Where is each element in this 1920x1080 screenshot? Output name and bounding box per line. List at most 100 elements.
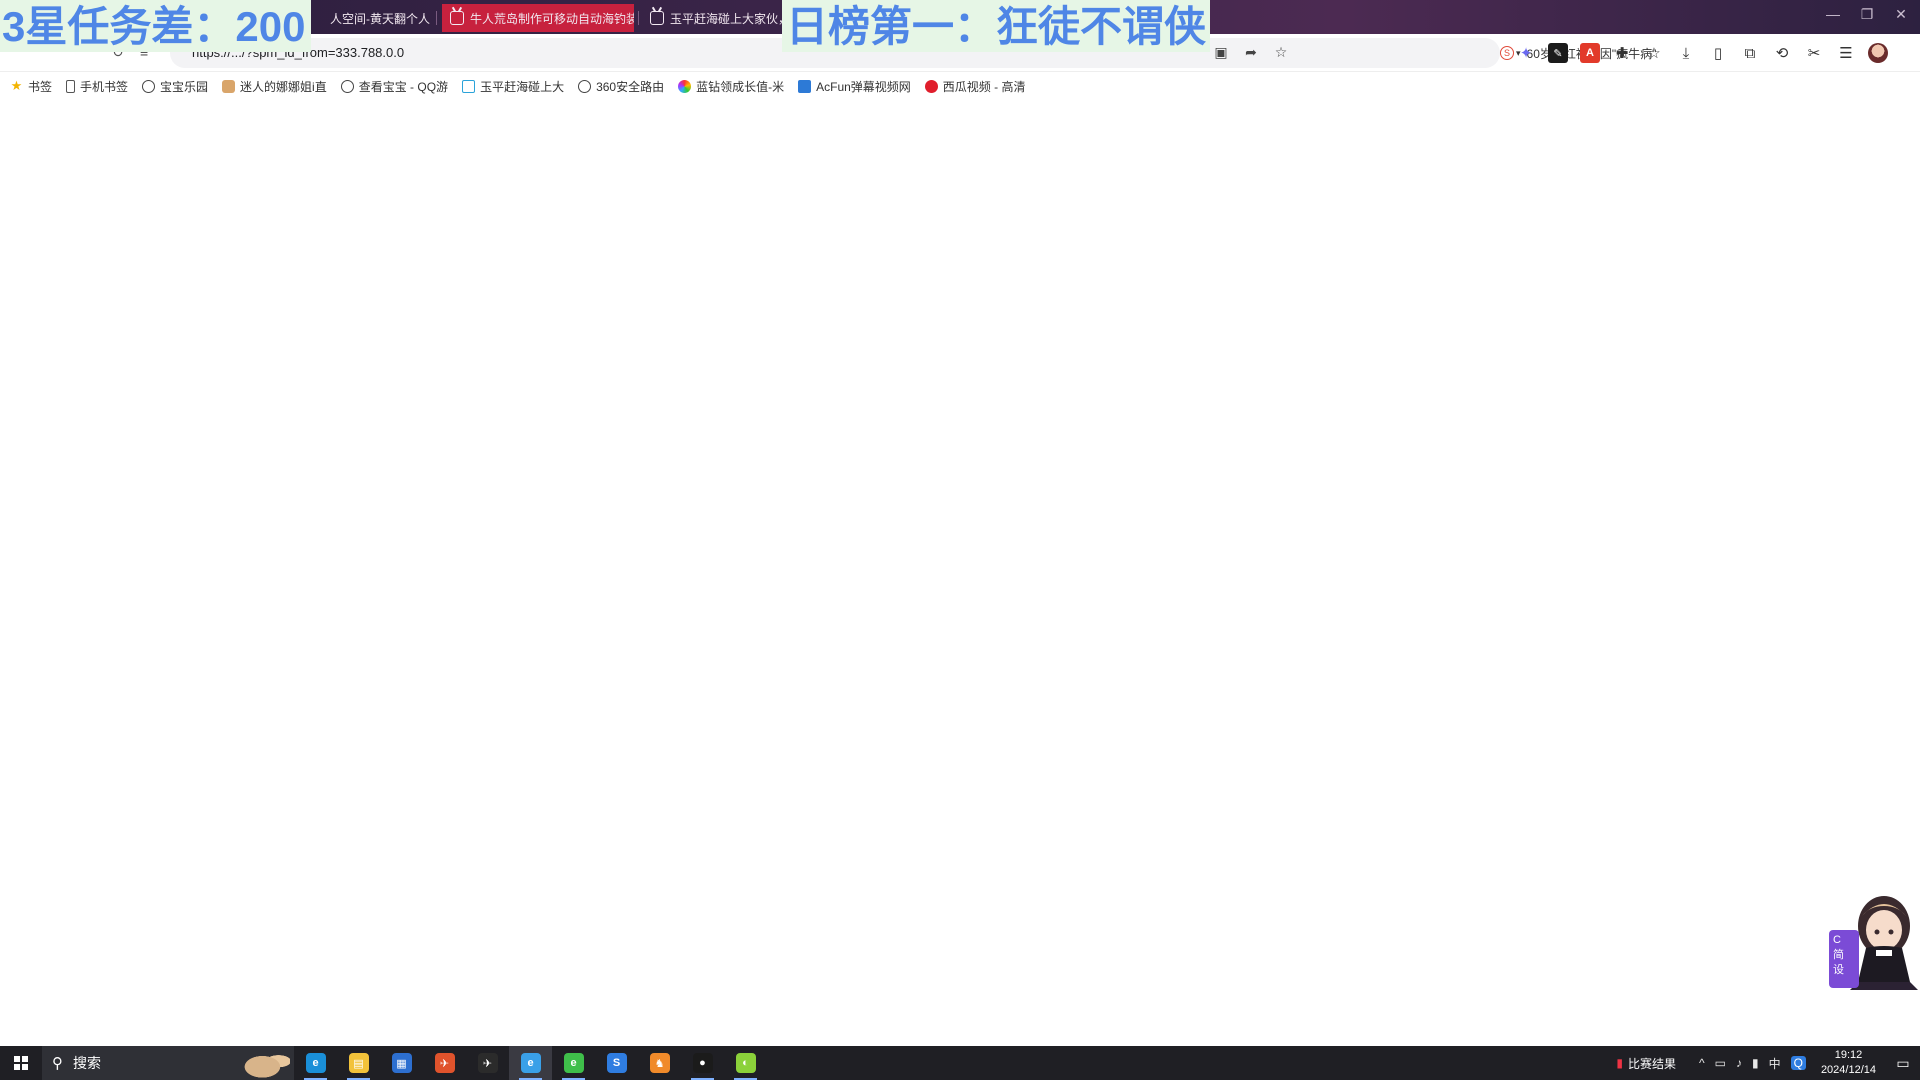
edge-icon: e <box>305 1053 326 1073</box>
globe-icon <box>340 79 354 93</box>
bookmark-item[interactable]: 查看宝宝 - QQ游 <box>340 78 449 95</box>
taskbar-app-app-red[interactable]: ✈ <box>423 1046 466 1080</box>
reader-mode-icon[interactable]: ▣ <box>1212 43 1230 61</box>
clock[interactable]: 19:12 2024/12/14 <box>1821 1048 1876 1078</box>
pdf-icon[interactable]: A <box>1580 43 1600 63</box>
bookmark-label: 宝宝乐园 <box>160 79 209 94</box>
bookmark-item[interactable]: 蓝钻领成长值-米 <box>678 78 784 95</box>
app-red-icon: ✈ <box>434 1053 455 1073</box>
search-placeholder: 搜索 <box>73 1055 101 1071</box>
nba-icon[interactable]: ▮ <box>1616 1056 1623 1070</box>
bookmark-item[interactable]: 西瓜视频 - 高清 <box>924 78 1026 95</box>
ime-label[interactable]: 中 <box>1769 1055 1781 1072</box>
download-icon[interactable]: ⤓ <box>1676 43 1696 63</box>
tab-divider <box>638 11 639 25</box>
tab-item-active[interactable]: 牛人荒岛制作可移动自动海钓装 <box>442 4 634 32</box>
phone-icon <box>66 79 76 93</box>
tab-divider <box>436 11 437 25</box>
bookmark-item[interactable]: 迷人的娜娜姐i直 <box>222 78 327 95</box>
taskbar-app-store[interactable]: ▦ <box>380 1046 423 1080</box>
clock-time: 19:12 <box>1834 1049 1863 1061</box>
overlay-caption-center: 日榜第一：狂徒不谓侠 <box>782 0 1211 52</box>
tab-title: 牛人荒岛制作可移动自动海钓装 <box>470 11 634 26</box>
close-icon[interactable]: ✕ <box>1886 6 1916 23</box>
bookmarks-bar: ★ 书签 手机书签 宝宝乐园 迷人的娜娜姐i直 查看宝宝 - QQ游 玉平赶海碰… <box>0 72 1920 100</box>
windows-icon <box>14 1056 28 1070</box>
usb-icon[interactable]: ▮ <box>1752 1056 1759 1070</box>
bookmark-item[interactable]: 玉平赶海碰上大 <box>462 78 564 95</box>
taskbar-app-app-lime[interactable]: ◐ <box>724 1046 767 1080</box>
notification-icon[interactable]: ▭ <box>1886 1046 1920 1080</box>
scissors-icon[interactable]: ✂ <box>1804 43 1824 63</box>
globe-icon <box>142 79 156 93</box>
taskbar-app-file-explorer[interactable]: ▤ <box>337 1046 380 1080</box>
restore-icon[interactable]: ❐ <box>1852 6 1882 23</box>
hot-news-icon: S <box>1500 46 1514 60</box>
taskbar-search[interactable]: ⚲ 搜索 <box>42 1046 294 1080</box>
tab-title: 人空间-黄天翻个人 <box>330 11 430 26</box>
tv-icon <box>450 11 464 25</box>
taskbar: ⚲ 搜索 e ▤ ▦ ✈ ✈ e e S ♞ ● ◐ ▮ 比赛结果 ^ ▭ ♪ ▮ 中 Q 19:1… <box>0 1046 1920 1080</box>
app-green-icon: e <box>563 1053 584 1073</box>
sogou-icon: S <box>606 1053 627 1073</box>
taskbar-app-app-green[interactable]: e <box>552 1046 595 1080</box>
input-method-icon[interactable]: Q <box>1790 1056 1806 1070</box>
news-label[interactable]: 比赛结果 <box>1628 1055 1676 1072</box>
taskbar-app-qq[interactable]: ● <box>681 1046 724 1080</box>
mascot-badge[interactable]: C 简 设 <box>1829 930 1859 988</box>
browser-window: 人空间-黄天翻个人 牛人荒岛制作可移动自动海钓装 玉平赶海碰上大家伙，结 — ❐… <box>0 0 1920 1080</box>
taskbar-app-app-orange[interactable]: ♞ <box>638 1046 681 1080</box>
search-highlight-image <box>244 1050 290 1078</box>
tab-item[interactable]: 人空间-黄天翻个人 <box>322 4 430 32</box>
bookmark-item[interactable]: ★ 书签 <box>10 78 52 95</box>
globe-icon <box>578 79 592 93</box>
taskbar-app-browser-360[interactable]: e <box>509 1046 552 1080</box>
history-icon[interactable]: ⟲ <box>1772 43 1792 63</box>
star-icon: ★ <box>10 78 23 93</box>
screenshot-icon[interactable]: ⧉ <box>1740 43 1760 63</box>
ai-sparkle-icon[interactable]: ✦ <box>1516 43 1536 63</box>
taskbar-app-sogou[interactable]: S <box>595 1046 638 1080</box>
bookmark-star-icon[interactable]: ☆ <box>1272 43 1290 61</box>
minimize-icon[interactable]: — <box>1818 6 1848 22</box>
main-menu-icon[interactable]: ☰ <box>1836 43 1856 63</box>
favorites-icon[interactable]: ☆ <box>1644 43 1664 63</box>
volume-icon[interactable]: ♪ <box>1736 1056 1742 1070</box>
mobile-icon[interactable]: ▯ <box>1708 43 1728 63</box>
bookmark-label: 手机书签 <box>80 79 129 94</box>
bookmark-label: AcFun弹幕视频网 <box>816 79 911 94</box>
tv-icon <box>650 11 664 25</box>
qq-icon: ● <box>692 1053 713 1073</box>
toolbar-actions: ✦ ✎ A ✚ ☆ ⤓ ▯ ⧉ ⟲ ✂ ☰ <box>1516 43 1888 63</box>
bookmark-item[interactable]: AcFun弹幕视频网 <box>798 78 911 95</box>
tab-item[interactable]: 玉平赶海碰上大家伙，结 <box>642 4 782 32</box>
tab-title: 玉平赶海碰上大家伙，结 <box>670 11 782 26</box>
bookmark-label: 迷人的娜娜姐i直 <box>240 79 327 94</box>
taskbar-app-app-plane[interactable]: ✈ <box>466 1046 509 1080</box>
profile-avatar[interactable] <box>1868 43 1888 63</box>
bookmark-item[interactable]: 手机书签 <box>66 78 128 95</box>
bookmark-label: 西瓜视频 - 高清 <box>942 79 1026 94</box>
page-content <box>0 100 1920 1045</box>
taskbar-apps: e ▤ ▦ ✈ ✈ e e S ♞ ● ◐ <box>294 1046 767 1080</box>
system-tray: ▮ 比赛结果 ^ ▭ ♪ ▮ 中 Q 19:12 2024/12/14 ▭ <box>1611 1046 1920 1080</box>
store-icon: ▦ <box>391 1053 412 1073</box>
bookmark-label: 书签 <box>28 79 53 94</box>
bookmark-item[interactable]: 360安全路由 <box>578 78 664 95</box>
app-lime-icon: ◐ <box>735 1053 756 1073</box>
rainbow-icon <box>678 79 692 93</box>
bookmark-label: 360安全路由 <box>596 79 665 94</box>
network-icon[interactable]: ▭ <box>1715 1056 1726 1070</box>
extensions-icon[interactable]: ✚ <box>1612 43 1632 63</box>
file-explorer-icon: ▤ <box>348 1053 369 1073</box>
browser-360-icon: e <box>520 1053 541 1073</box>
chevron-up-icon[interactable]: ^ <box>1699 1056 1705 1070</box>
share-icon[interactable]: ➦ <box>1242 43 1260 61</box>
acfun-icon <box>798 79 812 93</box>
sketch-icon[interactable]: ✎ <box>1548 43 1568 63</box>
bookmark-label: 查看宝宝 - QQ游 <box>358 79 449 94</box>
bookmark-item[interactable]: 宝宝乐园 <box>142 78 208 95</box>
tv-icon <box>462 79 476 93</box>
start-button[interactable] <box>0 1046 42 1080</box>
taskbar-app-edge[interactable]: e <box>294 1046 337 1080</box>
